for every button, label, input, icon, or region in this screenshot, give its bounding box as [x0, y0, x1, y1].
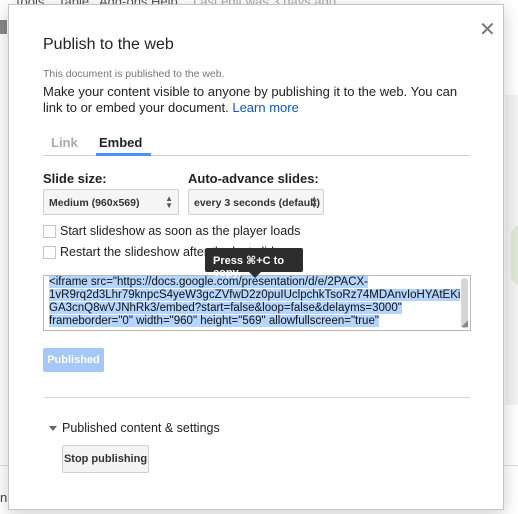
auto-advance-value: every 3 seconds (default) [194, 197, 321, 209]
embed-code-line: 1vR9rq2d3Lhr79knpcS4yeW3gcZVfwD2z0puIUcl… [49, 289, 461, 301]
auto-advance-label: Auto-advance slides: [188, 171, 319, 186]
embed-code-line: <iframe src="https://docs.google.com/pre… [49, 276, 369, 288]
background-icon [0, 20, 7, 34]
publish-tabs: Link Embed [43, 133, 470, 156]
background-text: n [0, 490, 8, 505]
tab-embed[interactable]: Embed [99, 135, 142, 150]
embed-code-line: frameborder="0" width="960" height="569"… [49, 315, 379, 327]
publish-dialog: ✕ Publish to the web This document is pu… [8, 4, 504, 510]
close-icon[interactable]: ✕ [479, 20, 496, 40]
embed-code: <iframe src="https://docs.google.com/pre… [49, 276, 461, 328]
triangle-down-icon [49, 426, 57, 431]
published-settings-label: Published content & settings [62, 421, 220, 435]
published-button[interactable]: Published [43, 348, 104, 372]
published-status-note: This document is published to the web. [43, 68, 225, 80]
tab-link[interactable]: Link [51, 135, 78, 150]
resize-handle-icon[interactable]: ◢ [461, 318, 468, 329]
start-slideshow-label: Start slideshow as soon as the player lo… [60, 224, 301, 238]
slide-size-select[interactable]: Medium (960x569) ▲ ▼ [43, 189, 179, 215]
embed-code-textarea[interactable]: <iframe src="https://docs.google.com/pre… [43, 275, 471, 331]
background-graphic [511, 225, 518, 285]
copy-tooltip: Press ⌘+C to copy. [205, 248, 303, 279]
stop-publishing-button[interactable]: Stop publishing [62, 445, 149, 473]
restart-slideshow-checkbox[interactable] [43, 246, 56, 259]
active-tab-indicator [96, 153, 151, 156]
start-slideshow-checkbox[interactable] [43, 225, 56, 238]
select-arrows-icon: ▲ ▼ [165, 194, 173, 210]
section-divider [43, 397, 470, 398]
dialog-description: Make your content visible to anyone by p… [43, 84, 463, 116]
slide-size-value: Medium (960x569) [49, 197, 140, 209]
background-panel [505, 95, 518, 405]
auto-advance-select[interactable]: every 3 seconds (default) ▲ ▼ [188, 189, 324, 215]
dialog-title: Publish to the web [43, 36, 174, 53]
select-arrows-icon: ▲ ▼ [310, 194, 318, 210]
embed-code-line: GA3cnQ8wVJNhRk3/embed?start=false&loop=f… [49, 302, 402, 314]
learn-more-link[interactable]: Learn more [232, 100, 298, 115]
slide-size-label: Slide size: [43, 171, 107, 186]
